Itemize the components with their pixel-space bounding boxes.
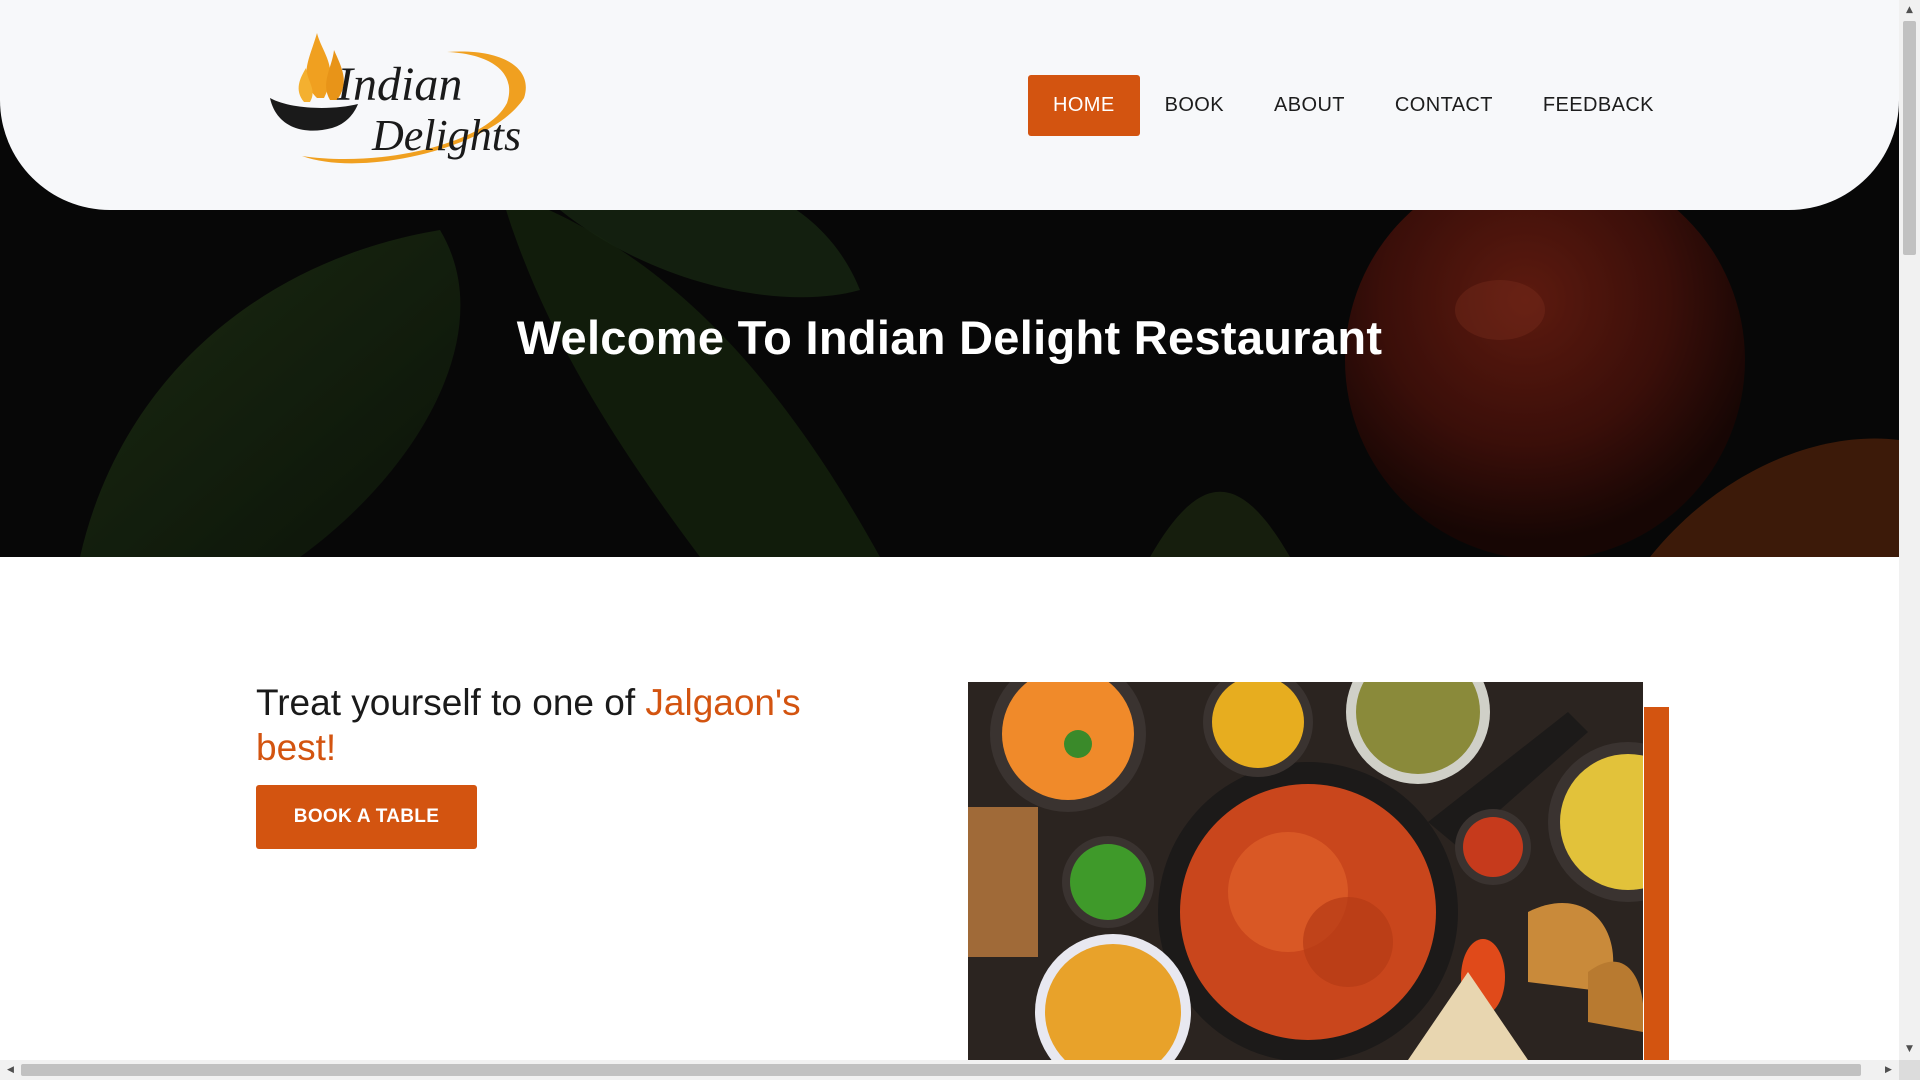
scroll-right-icon[interactable]: ▶ [1878, 1060, 1899, 1081]
scroll-left-icon[interactable]: ◀ [0, 1060, 21, 1081]
food-image [968, 682, 1643, 1060]
nav-contact[interactable]: CONTACT [1370, 75, 1518, 136]
scrollbar-corner [1899, 1060, 1920, 1080]
svg-text:Indian: Indian [336, 58, 462, 111]
nav-about[interactable]: ABOUT [1249, 75, 1370, 136]
book-a-table-button[interactable]: BOOK A TABLE [256, 785, 477, 849]
navbar: Indian Delights HOME BOOK ABOUT CONTACT … [0, 0, 1899, 210]
main-nav: HOME BOOK ABOUT CONTACT FEEDBACK [1028, 75, 1679, 136]
scroll-up-icon[interactable]: ▲ [1899, 0, 1920, 21]
hero-title: Welcome To Indian Delight Restaurant [516, 311, 1383, 364]
vertical-scroll-thumb[interactable] [1903, 21, 1916, 255]
indian-delights-logo[interactable]: Indian Delights [262, 28, 532, 178]
image-accent-bar [1644, 707, 1669, 1060]
vertical-scrollbar[interactable]: ▲ ▼ [1899, 0, 1920, 1060]
intro-heading: Treat yourself to one of Jalgaon's best! [256, 680, 876, 770]
nav-book[interactable]: BOOK [1140, 75, 1249, 136]
scroll-down-icon[interactable]: ▼ [1899, 1039, 1920, 1060]
nav-feedback[interactable]: FEEDBACK [1518, 75, 1679, 136]
horizontal-scroll-thumb[interactable] [21, 1064, 1861, 1076]
horizontal-scrollbar[interactable]: ◀ ▶ [0, 1060, 1899, 1080]
nav-home[interactable]: HOME [1028, 75, 1140, 136]
intro-text: Treat yourself to one of [256, 682, 646, 723]
svg-text:Delights: Delights [371, 111, 521, 160]
